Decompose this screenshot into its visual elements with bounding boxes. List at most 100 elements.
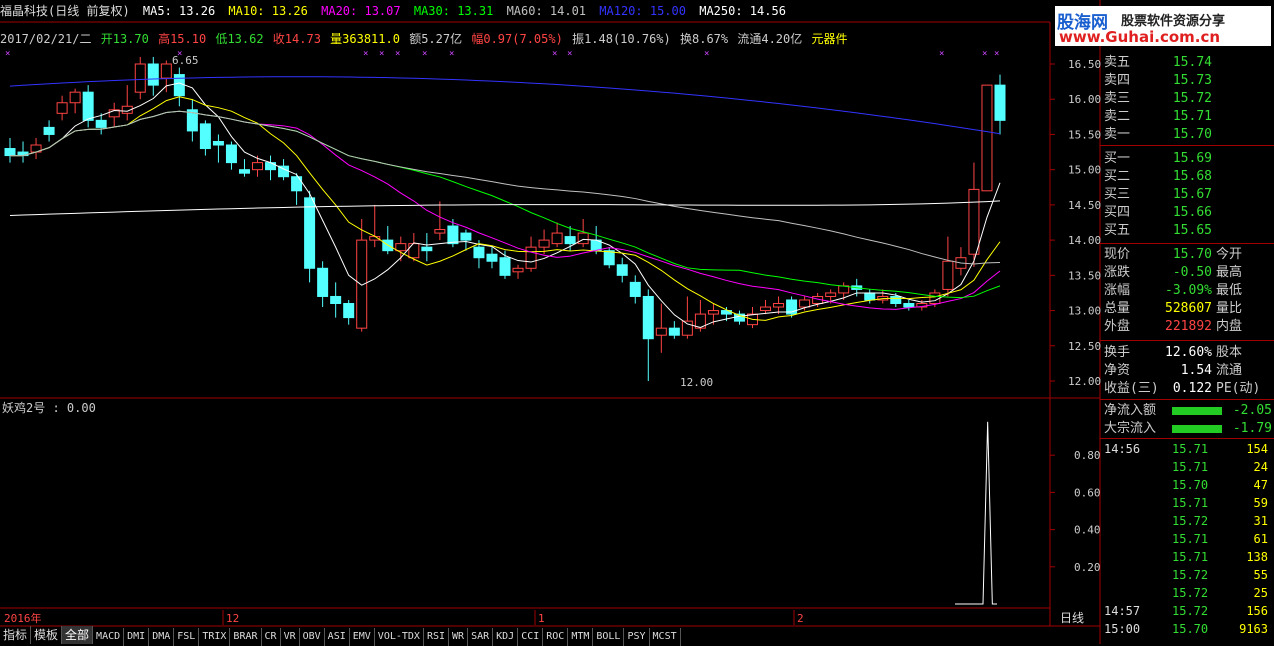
candle-body — [707, 310, 719, 315]
fundamentals-divider — [1100, 340, 1274, 341]
indicator-tab[interactable]: BOLL — [593, 628, 625, 646]
price-tick-label: 14.00 — [1068, 234, 1101, 247]
indicator-tab[interactable]: OBV — [300, 628, 325, 646]
site-logo: 股海网 股票软件资源分享 www.Guhai.com.cn — [1055, 6, 1271, 46]
tick-volume: 154 — [1246, 442, 1268, 456]
indicator-tab[interactable]: MTM — [568, 628, 594, 646]
fundamental-row: 净资 1.54 流通 — [1102, 362, 1274, 380]
candle-body — [304, 197, 316, 269]
indicator-tab[interactable]: VOL-TDX — [375, 628, 424, 646]
info-high: 高15.10 — [158, 32, 207, 46]
price-tick-label: 15.00 — [1068, 164, 1101, 177]
flow-bar — [1172, 407, 1222, 415]
tick-price: 15.71 — [1172, 550, 1209, 564]
tick-row: 14:57 15.72 156 — [1100, 602, 1272, 620]
candle-body — [655, 327, 667, 336]
quote-value: -3.09% — [1165, 283, 1212, 298]
quote-panel: 卖五 15.74 卖四 15.73 卖三 15.72 卖二 15.71 卖一 15.70 买一 15.… — [1100, 48, 1274, 644]
ind-tick-label: 0.20 — [1074, 561, 1101, 574]
info-float: 流通4.20亿 — [737, 32, 803, 46]
indicator-tab[interactable]: 指标 — [0, 626, 32, 644]
signal-marker: × — [994, 49, 999, 59]
tick-volume: 61 — [1253, 532, 1268, 546]
indicator-tab[interactable]: WR — [449, 628, 469, 646]
quote-label: 涨幅 — [1104, 283, 1131, 298]
time-month-1: 1 — [538, 612, 545, 625]
bid-label: 买二 — [1104, 169, 1131, 184]
ma10-label: MA10: 13.26 — [228, 4, 308, 18]
tick-row: 15.71 59 — [1100, 494, 1272, 512]
quote-label-2: 今开 — [1216, 247, 1243, 262]
candle-body — [95, 119, 107, 128]
fund-label-2: PE(动) — [1216, 381, 1261, 396]
high-annotation: 6.65 — [172, 54, 199, 67]
tick-time: 14:57 — [1104, 604, 1141, 618]
fund-label: 收益(三) — [1104, 381, 1159, 396]
info-amplitude: 振1.48(10.76%) — [572, 32, 671, 46]
tick-price: 15.72 — [1172, 568, 1209, 582]
kline-chart[interactable]: 16.50 16.00 15.50 15.00 14.50 14.00 13.50 13.00… — [0, 0, 1274, 644]
indicator-tab[interactable]: DMI — [124, 628, 150, 646]
tick-volume: 25 — [1253, 586, 1268, 600]
info-turnover: 换8.67% — [680, 32, 729, 46]
logo-slogan: 股票软件资源分享 — [1121, 14, 1226, 29]
indicator-tab[interactable]: CCI — [518, 628, 544, 646]
bid-price: 15.67 — [1172, 187, 1212, 202]
candle-body — [212, 140, 224, 146]
candle-body — [43, 126, 55, 135]
bid-price: 15.66 — [1172, 205, 1212, 220]
tick-volume: 31 — [1253, 514, 1268, 528]
indicator-tab[interactable]: BRAR — [230, 628, 262, 646]
candle-body — [577, 232, 589, 245]
time-year: 2016年 — [4, 611, 42, 625]
candle-body — [147, 63, 159, 86]
candle-body — [538, 239, 550, 248]
indicator-tab[interactable]: TRIX — [199, 628, 231, 646]
indicator-tab[interactable]: PSY — [624, 628, 650, 646]
tick-row: 15:00 15.70 9163 — [1100, 620, 1272, 638]
candle-body — [317, 267, 329, 297]
price-tick-label: 12.00 — [1068, 375, 1101, 388]
indicator-tab[interactable]: RSI — [424, 628, 450, 646]
candle-body — [225, 144, 237, 164]
quote-row: 总量 528607 量比 — [1102, 300, 1274, 318]
logo-url: www.Guhai.com.cn — [1059, 28, 1221, 46]
candle-body — [890, 295, 902, 305]
tick-volume: 138 — [1246, 550, 1268, 564]
indicator-tab[interactable]: ROC — [543, 628, 569, 646]
indicator-tab[interactable]: DMA — [149, 628, 175, 646]
candle-body — [356, 239, 368, 329]
indicator-tab[interactable]: 模板 — [31, 626, 63, 644]
flow-row: 大宗流入 -1.79 — [1102, 420, 1274, 438]
candle-body — [56, 102, 68, 114]
candle-body — [499, 257, 511, 276]
candle-body — [434, 229, 446, 234]
candle-body — [4, 148, 16, 157]
tick-row: 15.71 61 — [1100, 530, 1272, 548]
indicator-tab[interactable]: CR — [262, 628, 281, 646]
indicator-tab[interactable]: MACD — [93, 628, 125, 646]
quote-row: 外盘 221892 内盘 — [1102, 318, 1274, 336]
indicator-tab[interactable]: VR — [281, 628, 300, 646]
bid-price: 15.68 — [1172, 169, 1212, 184]
indicator-tab[interactable]: EMV — [350, 628, 375, 646]
quote-label: 现价 — [1104, 247, 1131, 262]
indicator-tab[interactable]: 全部 — [62, 626, 94, 644]
bid-row: 买二 15.68 — [1102, 168, 1274, 186]
signal-marker: × — [5, 49, 10, 59]
candle-body — [343, 303, 355, 319]
candle-body — [238, 169, 250, 174]
quote-value: 528607 — [1165, 301, 1212, 316]
ma250-label: MA250: 14.56 — [699, 4, 786, 18]
bid-row: 买三 15.67 — [1102, 186, 1274, 204]
indicator-tab[interactable]: MCST — [650, 628, 681, 646]
indicator-tab[interactable]: FSL — [174, 628, 200, 646]
quote-label: 总量 — [1104, 301, 1131, 316]
indicator-tab[interactable]: ASI — [325, 628, 350, 646]
indicator-tab[interactable]: SAR — [468, 628, 494, 646]
indicator-tab[interactable]: KDJ — [493, 628, 519, 646]
signal-marker: × — [422, 49, 427, 59]
ask-price: 15.70 — [1172, 127, 1212, 142]
ask-row: 卖四 15.73 — [1102, 72, 1274, 90]
info-date: 2017/02/21/二 — [0, 32, 92, 46]
